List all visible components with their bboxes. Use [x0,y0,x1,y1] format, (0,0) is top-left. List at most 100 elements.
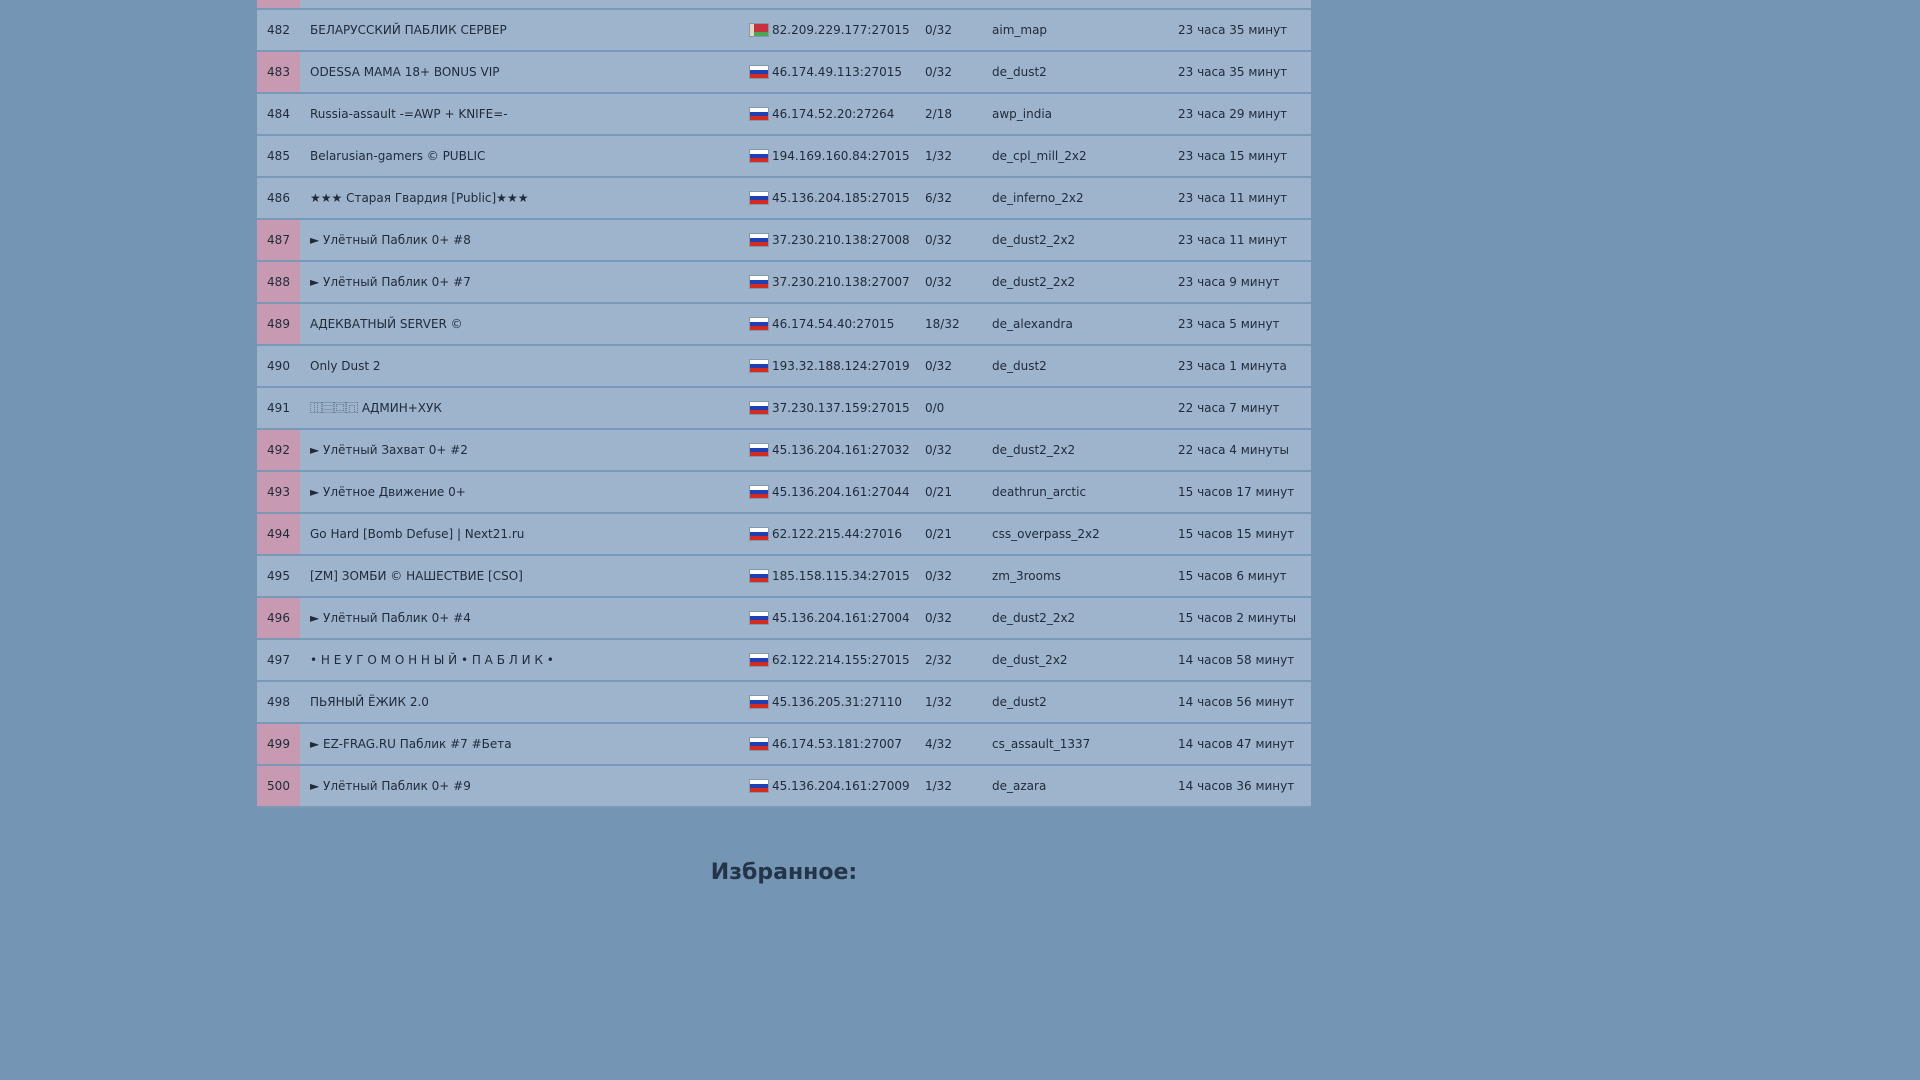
server-row[interactable]: 491 ⿲⿳⿴⿵ АДМИН+ХУК 37.230.137.159:27015 0/0… [257,388,1311,430]
server-address[interactable]: 185.158.115.34:27015 [772,556,910,596]
server-address[interactable]: 45.136.204.161:27044 [772,472,910,512]
server-row[interactable]: 489 АДЕКВАТНЫЙ SERVER © 46.174.54.40:27015… [257,304,1311,346]
server-name-link[interactable]: БЕЛАРУССКИЙ ПАБЛИК СЕРВЕР [310,10,507,50]
server-table: 482 БЕЛАРУССКИЙ ПАБЛИК СЕРВЕР 82.209.229.1… [257,0,1311,808]
server-name-link[interactable]: • Н Е У Г О М О Н Н Ы Й • П А Б Л И К • [310,640,554,680]
player-count: 0/21 [925,485,952,499]
player-count: 0/32 [925,23,952,37]
server-name-link[interactable]: ► EZ-FRAG.RU Паблик #7 #Бета [310,724,512,764]
player-count: 0/32 [925,65,952,79]
server-row[interactable]: 498 ПЬЯНЫЙ ЁЖИК 2.0 45.136.205.31:27110 1/3… [257,682,1311,724]
server-address[interactable]: 46.174.54.40:27015 [772,304,894,344]
server-row[interactable]: 500 ► Улётный Паблик 0+ #9 45.136.204.161:… [257,766,1311,808]
player-count: 0/0 [925,401,945,415]
server-number: 483 [257,52,300,92]
server-row[interactable]: 494 Go Hard [Bomb Defuse] | Next21.ru 62.1… [257,514,1311,556]
server-name-link[interactable]: Russia-assault -=AWP + KNIFE=- [310,94,508,134]
map-name: de_dust2_2x2 [992,611,1076,625]
server-address[interactable]: 45.136.205.31:27110 [772,682,902,722]
server-name-link[interactable]: [ZM] ЗОМБИ © НАШЕСТВИЕ [CSO] [310,556,523,596]
server-row[interactable]: 483 ODESSA MAMA 18+ BONUS VIP 46.174.49.11… [257,52,1311,94]
russia-flag-icon [750,234,768,246]
server-row[interactable]: 488 ► Улётный Паблик 0+ #7 37.230.210.138:… [257,262,1311,304]
server-number: 494 [257,514,300,554]
server-address[interactable]: 37.230.137.159:27015 [772,388,910,428]
map-name: zm_3rooms [992,569,1061,583]
server-number: 489 [257,304,300,344]
map-name: de_dust2_2x2 [992,443,1076,457]
server-row[interactable]: 493 ► Улётное Движение 0+ 45.136.204.161:2… [257,472,1311,514]
server-name-link[interactable]: Belarusian-gamers © PUBLIC [310,136,485,176]
russia-flag-icon [750,192,768,204]
server-address[interactable]: 45.136.204.161:27004 [772,598,910,638]
server-address[interactable]: 45.136.204.185:27015 [772,178,910,218]
added-time: 22 часа 4 минуты [1178,443,1290,457]
server-name-link[interactable]: ► Улётный Паблик 0+ #9 [310,766,471,806]
russia-flag-icon [750,108,768,120]
server-name-link[interactable]: АДЕКВАТНЫЙ SERVER © [310,304,463,344]
server-row[interactable]: 496 ► Улётный Паблик 0+ #4 45.136.204.161:… [257,598,1311,640]
server-name-link[interactable]: Only Dust 2 [310,346,381,386]
server-number: 482 [267,23,290,37]
russia-flag-icon [750,318,768,330]
server-number: 498 [267,695,290,709]
server-name-link[interactable]: ► Улётное Движение 0+ [310,472,466,512]
server-row[interactable]: 492 ► Улётный Захват 0+ #2 45.136.204.161:… [257,430,1311,472]
server-address[interactable]: 82.209.229.177:27015 [772,10,910,50]
added-time: 15 часов 15 минут [1178,527,1295,541]
server-number: 495 [267,569,290,583]
added-time: 23 часа 15 минут [1178,149,1288,163]
server-number: 485 [267,149,290,163]
server-row[interactable]: 490 Only Dust 2 193.32.188.124:27019 0/32 de… [257,346,1311,388]
server-row[interactable]: 485 Belarusian-gamers © PUBLIC 194.169.160… [257,136,1311,178]
server-name-link[interactable]: ★★★ Старая Гвардия [Public]★★★ [310,178,528,218]
server-row[interactable]: 495 [ZM] ЗОМБИ © НАШЕСТВИЕ [CSO] 185.158.1… [257,556,1311,598]
map-name: de_dust2 [992,359,1047,373]
server-row[interactable]: 486 ★★★ Старая Гвардия [Public]★★★ 45.136.… [257,178,1311,220]
server-name-link[interactable]: ⿲⿳⿴⿵ АДМИН+ХУК [310,388,442,428]
map-name: de_dust2_2x2 [992,233,1076,247]
server-name-link[interactable]: ► Улётный Захват 0+ #2 [310,430,468,470]
server-number: 488 [257,262,300,302]
map-name: cs_assault_1337 [992,737,1091,751]
server-row[interactable]: 497 • Н Е У Г О М О Н Н Ы Й • П А Б Л И К… [257,640,1311,682]
server-address[interactable]: 193.32.188.124:27019 [772,346,910,386]
map-name: de_azara [992,779,1047,793]
map-name: aim_map [992,23,1048,37]
map-name: deathrun_arctic [992,485,1087,499]
server-row[interactable]: 482 БЕЛАРУССКИЙ ПАБЛИК СЕРВЕР 82.209.229.1… [257,10,1311,52]
server-address[interactable]: 46.174.52.20:27264 [772,94,894,134]
server-row[interactable]: 484 Russia-assault -=AWP + KNIFE=- 46.174.… [257,94,1311,136]
server-address[interactable]: 37.230.210.138:27007 [772,262,910,302]
map-name: de_dust2 [992,65,1047,79]
russia-flag-icon [750,528,768,540]
server-name-link[interactable]: ODESSA MAMA 18+ BONUS VIP [310,52,499,92]
server-address[interactable]: 46.174.49.113:27015 [772,52,902,92]
server-number: 493 [257,472,300,512]
server-address[interactable]: 46.174.53.181:27007 [772,724,902,764]
server-name-link[interactable]: ► Улётный Паблик 0+ #8 [310,220,471,260]
server-address[interactable]: 194.169.160.84:27015 [772,136,910,176]
player-count: 0/21 [925,527,952,541]
server-name-link[interactable]: Go Hard [Bomb Defuse] | Next21.ru [310,514,524,554]
server-name-link[interactable]: ► Улётный Паблик 0+ #7 [310,262,471,302]
map-name: css_overpass_2x2 [992,527,1100,541]
server-address[interactable]: 62.122.214.155:27015 [772,640,910,680]
map-name: awp_india [992,107,1053,121]
server-address[interactable]: 37.230.210.138:27008 [772,220,910,260]
server-address[interactable]: 45.136.204.161:27009 [772,766,910,806]
russia-flag-icon [750,654,768,666]
server-name-link[interactable]: ПЬЯНЫЙ ЁЖИК 2.0 [310,682,429,722]
added-time: 23 часа 9 минут [1178,275,1280,289]
player-count: 0/32 [925,443,952,457]
server-name-link[interactable]: ► Улётный Паблик 0+ #4 [310,598,471,638]
favorites-heading: Избранное: [710,860,858,885]
server-row[interactable]: 499 ► EZ-FRAG.RU Паблик #7 #Бета 46.174.53… [257,724,1311,766]
server-address[interactable]: 62.122.215.44:27016 [772,514,902,554]
player-count: 2/32 [925,653,952,667]
player-count: 1/32 [925,695,952,709]
server-address[interactable]: 45.136.204.161:27032 [772,430,910,470]
server-row[interactable]: 487 ► Улётный Паблик 0+ #8 37.230.210.138:… [257,220,1311,262]
server-number: 500 [257,766,300,806]
added-time: 23 часа 35 минут [1178,65,1288,79]
